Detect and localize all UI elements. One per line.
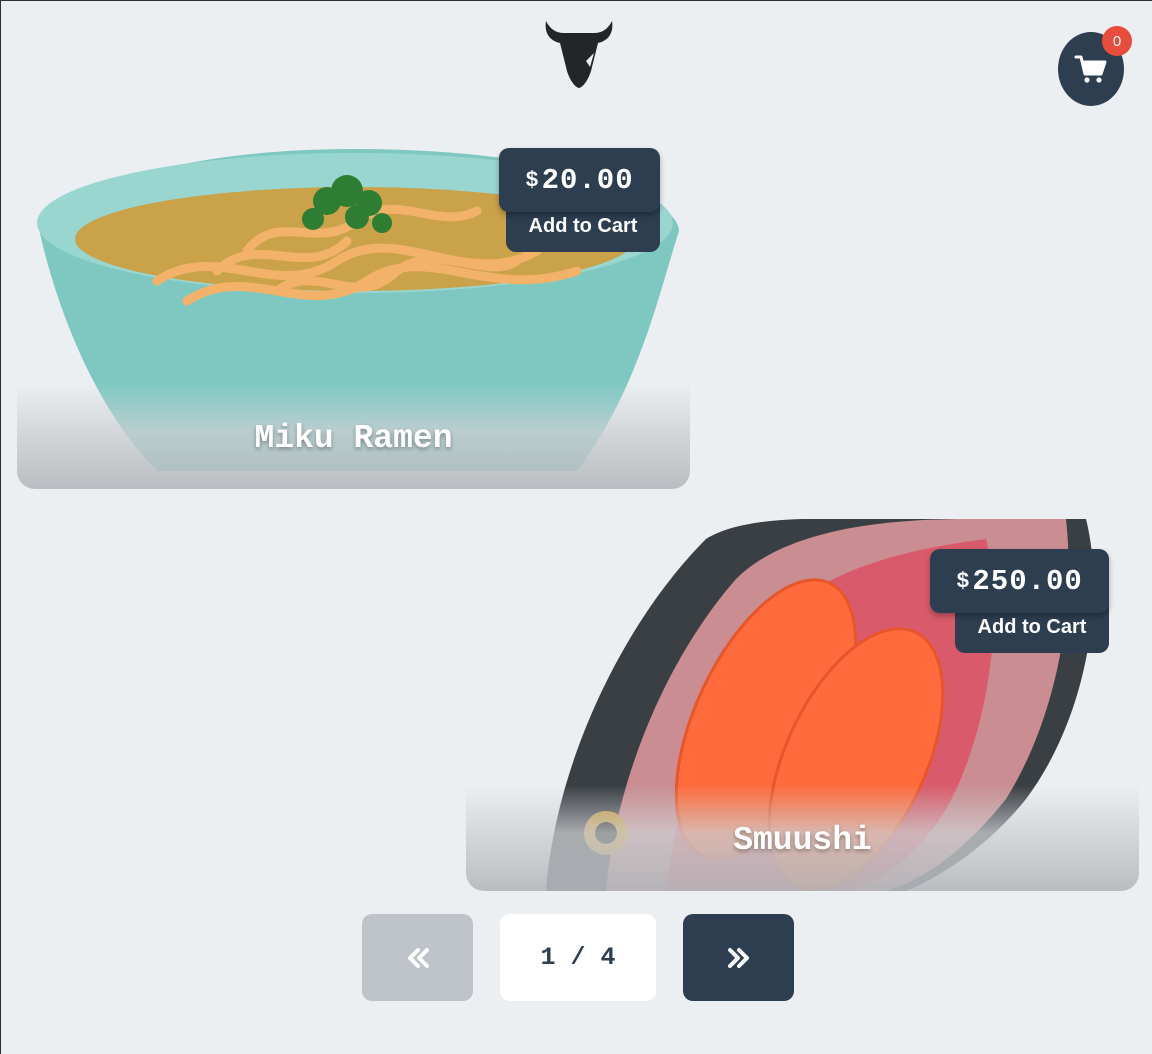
double-chevron-right-icon <box>727 947 749 968</box>
price-value: 20.00 <box>541 163 634 197</box>
bull-head-icon <box>545 21 613 88</box>
price-tag: $ 20.00 <box>499 148 660 212</box>
price-value: 250.00 <box>972 564 1083 598</box>
page-indicator: 1 / 4 <box>500 914 656 1001</box>
double-chevron-left-icon <box>407 947 429 968</box>
price-tag: $ 250.00 <box>930 549 1109 613</box>
product-name: Miku Ramen <box>254 420 453 457</box>
next-page-button[interactable] <box>683 914 794 1001</box>
price-add-group: Add to Cart $ 250.00 <box>930 549 1109 655</box>
cart-count-badge: 0 <box>1102 26 1132 56</box>
product-name: Smuushi <box>733 822 872 859</box>
price-add-group: Add to Cart $ 20.00 <box>499 148 660 254</box>
currency-symbol: $ <box>956 568 971 594</box>
shopping-cart-icon <box>1074 55 1107 83</box>
currency-symbol: $ <box>525 167 540 193</box>
previous-page-button[interactable] <box>362 914 473 1001</box>
